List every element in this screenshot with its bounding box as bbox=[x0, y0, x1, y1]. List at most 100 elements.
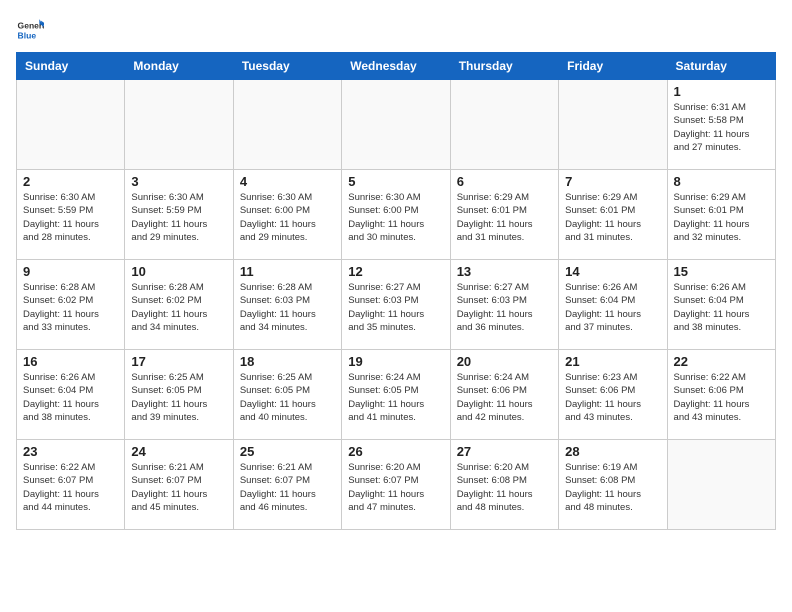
day-info: Sunrise: 6:30 AMSunset: 5:59 PMDaylight:… bbox=[131, 191, 226, 244]
day-number: 8 bbox=[674, 174, 769, 189]
day-number: 1 bbox=[674, 84, 769, 99]
day-info: Sunrise: 6:19 AMSunset: 6:08 PMDaylight:… bbox=[565, 461, 660, 514]
calendar-cell: 20 Sunrise: 6:24 AMSunset: 6:06 PMDayligh… bbox=[450, 350, 558, 440]
day-info: Sunrise: 6:22 AMSunset: 6:06 PMDaylight:… bbox=[674, 371, 769, 424]
day-number: 11 bbox=[240, 264, 335, 279]
weekday-header-monday: Monday bbox=[125, 53, 233, 80]
calendar-cell: 16 Sunrise: 6:26 AMSunset: 6:04 PMDayligh… bbox=[17, 350, 125, 440]
day-number: 14 bbox=[565, 264, 660, 279]
calendar-cell bbox=[125, 80, 233, 170]
calendar-cell: 3 Sunrise: 6:30 AMSunset: 5:59 PMDaylight… bbox=[125, 170, 233, 260]
calendar-cell: 8Sunrise: 6:29 AMSunset: 6:01 PMDaylight… bbox=[667, 170, 775, 260]
day-number: 22 bbox=[674, 354, 769, 369]
calendar-cell: 2 Sunrise: 6:30 AMSunset: 5:59 PMDaylight… bbox=[17, 170, 125, 260]
day-info: Sunrise: 6:24 AMSunset: 6:05 PMDaylight:… bbox=[348, 371, 443, 424]
day-number: 28 bbox=[565, 444, 660, 459]
day-info: Sunrise: 6:26 AMSunset: 6:04 PMDaylight:… bbox=[674, 281, 769, 334]
weekday-header-tuesday: Tuesday bbox=[233, 53, 341, 80]
day-info: Sunrise: 6:25 AMSunset: 6:05 PMDaylight:… bbox=[131, 371, 226, 424]
svg-text:Blue: Blue bbox=[18, 31, 37, 41]
calendar-cell: 1 Sunrise: 6:31 AMSunset: 5:58 PMDaylight… bbox=[667, 80, 775, 170]
calendar-cell: 14Sunrise: 6:26 AMSunset: 6:04 PMDayligh… bbox=[559, 260, 667, 350]
calendar-header-row: SundayMondayTuesdayWednesdayThursdayFrid… bbox=[17, 53, 776, 80]
calendar-cell: 23 Sunrise: 6:22 AMSunset: 6:07 PMDayligh… bbox=[17, 440, 125, 530]
calendar-cell: 17 Sunrise: 6:25 AMSunset: 6:05 PMDayligh… bbox=[125, 350, 233, 440]
weekday-header-friday: Friday bbox=[559, 53, 667, 80]
day-number: 16 bbox=[23, 354, 118, 369]
calendar-cell: 12 Sunrise: 6:27 AMSunset: 6:03 PMDayligh… bbox=[342, 260, 450, 350]
calendar-cell bbox=[667, 440, 775, 530]
calendar-cell bbox=[233, 80, 341, 170]
weekday-header-saturday: Saturday bbox=[667, 53, 775, 80]
day-info: Sunrise: 6:30 AMSunset: 6:00 PMDaylight:… bbox=[240, 191, 335, 244]
calendar-cell: 10 Sunrise: 6:28 AMSunset: 6:02 PMDayligh… bbox=[125, 260, 233, 350]
day-number: 9 bbox=[23, 264, 118, 279]
calendar-cell: 22 Sunrise: 6:22 AMSunset: 6:06 PMDayligh… bbox=[667, 350, 775, 440]
day-number: 3 bbox=[131, 174, 226, 189]
calendar-cell: 6 Sunrise: 6:29 AMSunset: 6:01 PMDaylight… bbox=[450, 170, 558, 260]
day-info: Sunrise: 6:30 AMSunset: 6:00 PMDaylight:… bbox=[348, 191, 443, 244]
calendar-cell: 15 Sunrise: 6:26 AMSunset: 6:04 PMDayligh… bbox=[667, 260, 775, 350]
day-number: 26 bbox=[348, 444, 443, 459]
day-number: 23 bbox=[23, 444, 118, 459]
day-info: Sunrise: 6:27 AMSunset: 6:03 PMDaylight:… bbox=[348, 281, 443, 334]
day-info: Sunrise: 6:21 AMSunset: 6:07 PMDaylight:… bbox=[240, 461, 335, 514]
day-info: Sunrise: 6:27 AMSunset: 6:03 PMDaylight:… bbox=[457, 281, 552, 334]
calendar-week-3: 9 Sunrise: 6:28 AMSunset: 6:02 PMDaylight… bbox=[17, 260, 776, 350]
calendar-cell: 21Sunrise: 6:23 AMSunset: 6:06 PMDayligh… bbox=[559, 350, 667, 440]
day-info: Sunrise: 6:28 AMSunset: 6:03 PMDaylight:… bbox=[240, 281, 335, 334]
day-info: Sunrise: 6:30 AMSunset: 5:59 PMDaylight:… bbox=[23, 191, 118, 244]
day-number: 2 bbox=[23, 174, 118, 189]
day-number: 6 bbox=[457, 174, 552, 189]
logo: General Blue bbox=[16, 16, 48, 44]
day-number: 24 bbox=[131, 444, 226, 459]
day-info: Sunrise: 6:26 AMSunset: 6:04 PMDaylight:… bbox=[23, 371, 118, 424]
day-info: Sunrise: 6:21 AMSunset: 6:07 PMDaylight:… bbox=[131, 461, 226, 514]
day-info: Sunrise: 6:28 AMSunset: 6:02 PMDaylight:… bbox=[131, 281, 226, 334]
day-info: Sunrise: 6:25 AMSunset: 6:05 PMDaylight:… bbox=[240, 371, 335, 424]
day-info: Sunrise: 6:31 AMSunset: 5:58 PMDaylight:… bbox=[674, 101, 769, 154]
weekday-header-wednesday: Wednesday bbox=[342, 53, 450, 80]
calendar-cell: 13 Sunrise: 6:27 AMSunset: 6:03 PMDayligh… bbox=[450, 260, 558, 350]
day-info: Sunrise: 6:29 AMSunset: 6:01 PMDaylight:… bbox=[457, 191, 552, 244]
calendar-cell bbox=[17, 80, 125, 170]
day-info: Sunrise: 6:28 AMSunset: 6:02 PMDaylight:… bbox=[23, 281, 118, 334]
day-number: 12 bbox=[348, 264, 443, 279]
calendar-cell: 26 Sunrise: 6:20 AMSunset: 6:07 PMDayligh… bbox=[342, 440, 450, 530]
day-number: 25 bbox=[240, 444, 335, 459]
day-info: Sunrise: 6:20 AMSunset: 6:08 PMDaylight:… bbox=[457, 461, 552, 514]
day-number: 21 bbox=[565, 354, 660, 369]
weekday-header-thursday: Thursday bbox=[450, 53, 558, 80]
calendar-cell: 18Sunrise: 6:25 AMSunset: 6:05 PMDayligh… bbox=[233, 350, 341, 440]
weekday-header-sunday: Sunday bbox=[17, 53, 125, 80]
calendar-table: SundayMondayTuesdayWednesdayThursdayFrid… bbox=[16, 52, 776, 530]
calendar-week-1: 1 Sunrise: 6:31 AMSunset: 5:58 PMDaylight… bbox=[17, 80, 776, 170]
generalblue-logo-icon: General Blue bbox=[16, 16, 44, 44]
day-number: 4 bbox=[240, 174, 335, 189]
calendar-cell: 19 Sunrise: 6:24 AMSunset: 6:05 PMDayligh… bbox=[342, 350, 450, 440]
day-info: Sunrise: 6:20 AMSunset: 6:07 PMDaylight:… bbox=[348, 461, 443, 514]
calendar-cell: 4 Sunrise: 6:30 AMSunset: 6:00 PMDaylight… bbox=[233, 170, 341, 260]
day-number: 17 bbox=[131, 354, 226, 369]
day-info: Sunrise: 6:22 AMSunset: 6:07 PMDaylight:… bbox=[23, 461, 118, 514]
calendar-cell: 27 Sunrise: 6:20 AMSunset: 6:08 PMDayligh… bbox=[450, 440, 558, 530]
calendar-cell: 9 Sunrise: 6:28 AMSunset: 6:02 PMDaylight… bbox=[17, 260, 125, 350]
calendar-week-2: 2 Sunrise: 6:30 AMSunset: 5:59 PMDaylight… bbox=[17, 170, 776, 260]
calendar-cell: 7 Sunrise: 6:29 AMSunset: 6:01 PMDaylight… bbox=[559, 170, 667, 260]
calendar-cell bbox=[450, 80, 558, 170]
day-number: 7 bbox=[565, 174, 660, 189]
calendar-cell: 11 Sunrise: 6:28 AMSunset: 6:03 PMDayligh… bbox=[233, 260, 341, 350]
day-number: 19 bbox=[348, 354, 443, 369]
day-number: 15 bbox=[674, 264, 769, 279]
calendar-week-5: 23 Sunrise: 6:22 AMSunset: 6:07 PMDayligh… bbox=[17, 440, 776, 530]
day-info: Sunrise: 6:24 AMSunset: 6:06 PMDaylight:… bbox=[457, 371, 552, 424]
calendar-cell bbox=[559, 80, 667, 170]
day-number: 20 bbox=[457, 354, 552, 369]
day-number: 13 bbox=[457, 264, 552, 279]
day-number: 10 bbox=[131, 264, 226, 279]
day-number: 27 bbox=[457, 444, 552, 459]
page-header: General Blue bbox=[16, 16, 776, 44]
calendar-cell: 5Sunrise: 6:30 AMSunset: 6:00 PMDaylight… bbox=[342, 170, 450, 260]
calendar-week-4: 16 Sunrise: 6:26 AMSunset: 6:04 PMDayligh… bbox=[17, 350, 776, 440]
day-info: Sunrise: 6:29 AMSunset: 6:01 PMDaylight:… bbox=[565, 191, 660, 244]
